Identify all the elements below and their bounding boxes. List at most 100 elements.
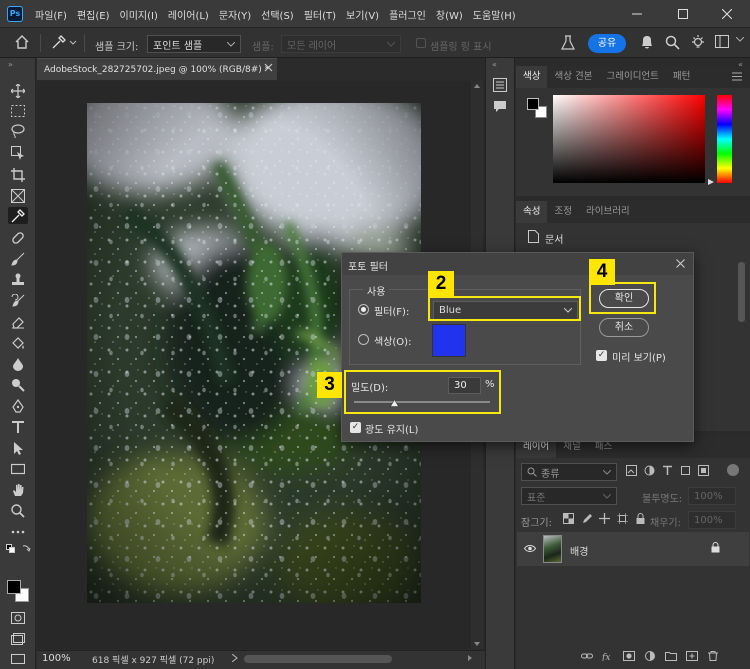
scroll-down-arrow-icon[interactable] <box>474 642 480 646</box>
rectangle-tool[interactable] <box>8 460 28 477</box>
default-colors-icon[interactable] <box>6 544 15 553</box>
brush-tool[interactable] <box>8 250 28 267</box>
menu-file[interactable]: 파일(F) <box>30 7 72 22</box>
swap-colors-icon[interactable] <box>22 543 31 552</box>
lock-transparency-icon[interactable] <box>563 513 574 524</box>
folder-icon[interactable] <box>665 651 677 661</box>
adjustment-filter-icon[interactable] <box>644 465 655 476</box>
artboard-button[interactable] <box>8 650 28 667</box>
collapse-icon[interactable]: « <box>492 60 497 69</box>
sample-select[interactable]: 모든 레이어 <box>281 35 401 53</box>
filter-toggle[interactable] <box>727 464 739 476</box>
color-field[interactable] <box>553 95 705 183</box>
cancel-button[interactable]: 취소 <box>599 318 649 337</box>
link-icon[interactable] <box>581 651 593 661</box>
visibility-eye-icon[interactable] <box>524 544 536 553</box>
menu-filter[interactable]: 필터(T) <box>299 7 341 22</box>
menu-select[interactable]: 선택(S) <box>256 7 299 22</box>
lock-position-icon[interactable] <box>599 513 610 524</box>
type-filter-icon[interactable] <box>662 465 673 476</box>
menu-layer[interactable]: 레이어(L) <box>163 7 214 22</box>
show-ring-checkbox[interactable] <box>416 38 426 48</box>
menu-edit[interactable]: 편집(E) <box>72 7 115 22</box>
blend-mode-select[interactable]: 표준 <box>521 487 617 505</box>
hue-slider[interactable] <box>717 95 732 183</box>
status-menu-chevron-icon[interactable] <box>232 654 238 662</box>
more-tools-button[interactable] <box>8 523 28 540</box>
document-tab[interactable]: AdobeStock_282725702.jpeg @ 100% (RGB/8#… <box>37 58 277 80</box>
opacity-field[interactable]: 100% <box>688 487 736 505</box>
close-window-button[interactable] <box>704 0 750 28</box>
tab-gradients[interactable]: 그레이디언트 <box>599 66 665 88</box>
layer-filter-select[interactable]: 종류 <box>521 463 617 481</box>
zoom-level[interactable]: 100% <box>42 653 71 664</box>
clone-stamp-tool[interactable] <box>8 271 28 288</box>
tab-patterns[interactable]: 패턴 <box>666 66 697 88</box>
close-tab-button[interactable] <box>264 63 273 72</box>
path-select-tool[interactable] <box>8 439 28 456</box>
menu-plugins[interactable]: 플러그인 <box>384 7 431 22</box>
dialog-close-button[interactable] <box>676 259 685 268</box>
lasso-tool[interactable] <box>8 122 28 139</box>
fx-icon[interactable]: fx <box>602 651 614 661</box>
mask-icon[interactable] <box>623 651 635 661</box>
layer-name[interactable]: 배경 <box>570 543 588 558</box>
menu-help[interactable]: 도움말(H) <box>468 7 521 22</box>
shape-filter-icon[interactable] <box>680 465 691 476</box>
comments-panel-button[interactable] <box>493 100 507 114</box>
tab-color[interactable]: 색상 <box>516 66 548 88</box>
minimize-button[interactable] <box>614 0 660 28</box>
eyedropper-preset-button[interactable] <box>51 34 77 50</box>
collapse-icon[interactable]: » <box>8 60 13 69</box>
foreground-color-swatch[interactable] <box>7 580 21 594</box>
menu-window[interactable]: 창(W) <box>431 7 468 22</box>
search-button[interactable] <box>665 35 680 50</box>
panel-menu-icon[interactable] <box>732 72 742 81</box>
home-button[interactable] <box>15 35 29 49</box>
marquee-tool[interactable] <box>8 102 28 119</box>
tab-swatches[interactable]: 색상 견본 <box>547 66 599 88</box>
chevron-down-icon[interactable] <box>736 37 744 42</box>
new-layer-icon[interactable] <box>686 651 698 661</box>
quick-mask-button[interactable] <box>8 609 28 626</box>
dialog-titlebar[interactable] <box>342 253 693 275</box>
maximize-button[interactable] <box>660 0 706 28</box>
eraser-tool[interactable] <box>8 313 28 330</box>
frame-tool[interactable] <box>8 187 28 204</box>
lock-pixels-icon[interactable] <box>581 513 592 524</box>
type-tool[interactable] <box>8 418 28 435</box>
move-tool[interactable] <box>8 82 28 99</box>
properties-scrollbar[interactable] <box>738 262 745 322</box>
dodge-tool[interactable] <box>8 376 28 393</box>
paint-bucket-tool[interactable] <box>8 334 28 351</box>
lock-all-icon[interactable] <box>635 513 646 524</box>
tab-properties[interactable]: 속성 <box>516 201 548 223</box>
object-select-tool[interactable] <box>8 144 28 161</box>
horizontal-scroll-thumb[interactable] <box>244 655 392 663</box>
menu-image[interactable]: 이미지(I) <box>115 7 163 22</box>
screen-mode-button[interactable] <box>8 630 28 647</box>
tab-libraries[interactable]: 라이브러리 <box>579 201 637 223</box>
healing-brush-tool[interactable] <box>8 229 28 246</box>
notifications-button[interactable] <box>640 35 654 50</box>
fill-field[interactable]: 100% <box>688 511 736 529</box>
discover-button[interactable] <box>690 34 706 50</box>
history-panel-button[interactable] <box>493 78 507 92</box>
preview-checkbox[interactable]: ✓ <box>596 350 607 361</box>
history-brush-tool[interactable] <box>8 292 28 309</box>
menu-type[interactable]: 문자(Y) <box>214 7 256 22</box>
beaker-button[interactable] <box>561 35 575 51</box>
blur-tool[interactable] <box>8 355 28 372</box>
filter-radio[interactable] <box>358 304 369 315</box>
pen-tool[interactable] <box>8 397 28 414</box>
panel-foreground-swatch[interactable] <box>527 98 539 110</box>
color-swatch[interactable] <box>432 324 466 357</box>
zoom-tool[interactable] <box>8 502 28 519</box>
workspace-button[interactable] <box>715 35 730 49</box>
lock-artboard-icon[interactable] <box>617 513 628 524</box>
share-button[interactable]: 공유 <box>588 34 626 53</box>
menu-view[interactable]: 보기(V) <box>341 7 384 22</box>
eyedropper-tool[interactable] <box>8 207 28 224</box>
smart-object-filter-icon[interactable] <box>698 465 709 476</box>
crop-tool[interactable] <box>8 166 28 183</box>
